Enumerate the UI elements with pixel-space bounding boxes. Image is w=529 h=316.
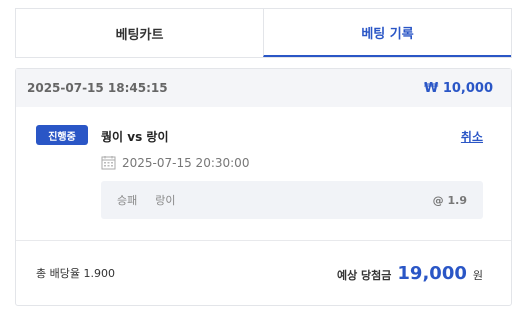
status-badge: 진행중: [36, 125, 88, 145]
record-amount: ₩ 10,000: [423, 80, 493, 96]
total-odds: 총 배당율 1.900: [36, 267, 115, 280]
expected-payout-unit: 원: [472, 268, 483, 282]
calendar-icon: [101, 156, 116, 170]
bet-record-card: 2025-07-15 18:45:15 ₩ 10,000 진행중 퀑이 vs 랑…: [15, 68, 512, 306]
tab-betting-cart[interactable]: 베팅카트: [16, 9, 263, 57]
record-header: 2025-07-15 18:45:15 ₩ 10,000: [16, 69, 511, 107]
selection-box: 승패 랑이 @ 1.9: [101, 181, 483, 219]
record-timestamp: 2025-07-15 18:45:15: [27, 81, 168, 95]
selection-name: 랑이: [155, 194, 176, 207]
tab-betting-history[interactable]: 베팅 기록: [263, 9, 511, 57]
match-date-row: 2025-07-15 20:30:00: [101, 155, 249, 170]
expected-payout-value: 19,000: [397, 262, 467, 284]
tab-bar: 베팅카트 베팅 기록: [15, 8, 512, 58]
bet-item: 진행중 퀑이 vs 랑이 취소 2025-07-15 20:30:00 승패 랑…: [16, 107, 511, 241]
expected-payout: 예상 당첨금 19,000 원: [337, 263, 483, 284]
market-type: 승패: [117, 194, 138, 207]
match-date: 2025-07-15 20:30:00: [122, 155, 250, 170]
selection-odds: @ 1.9: [432, 193, 467, 207]
match-title: 퀑이 vs 랑이: [101, 130, 169, 144]
bet-summary: 총 배당율 1.900 예상 당첨금 19,000 원: [16, 241, 511, 305]
cancel-link[interactable]: 취소: [461, 128, 483, 145]
expected-payout-label: 예상 당첨금: [336, 268, 392, 282]
